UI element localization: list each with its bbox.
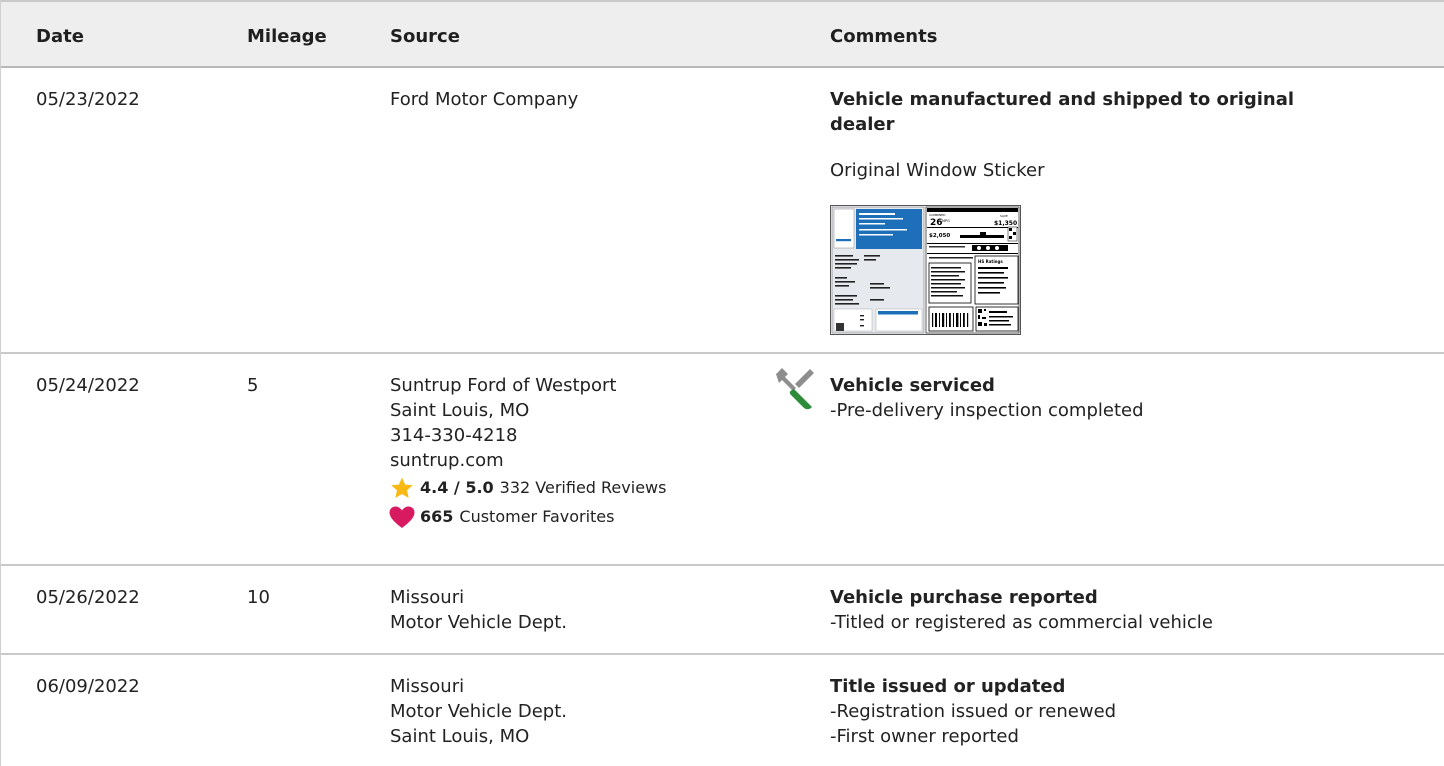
source-location: Saint Louis, MO bbox=[390, 726, 530, 747]
row-mileage: 10 bbox=[247, 587, 270, 608]
source-name: Ford Motor Company bbox=[390, 89, 579, 110]
comment-detail: -Pre-delivery inspection completed bbox=[830, 400, 1144, 421]
favorites-count: 665 bbox=[420, 507, 454, 526]
vehicle-history-table: Date Mileage Source Comments 05/23/2022 … bbox=[0, 0, 1444, 766]
row-date: 05/24/2022 bbox=[36, 375, 140, 396]
favorites-label: Customer Favorites bbox=[459, 507, 615, 526]
row-date: 05/26/2022 bbox=[36, 587, 140, 608]
comment-detail: -Titled or registered as commercial vehi… bbox=[830, 612, 1213, 633]
sticker-mpg: 26 bbox=[930, 218, 943, 228]
header-mileage: Mileage bbox=[247, 26, 327, 47]
row-mileage: 5 bbox=[247, 375, 259, 396]
source-dept: Motor Vehicle Dept. bbox=[390, 612, 567, 633]
row-comments: Title issued or updated -Registration is… bbox=[830, 674, 1116, 749]
reviews-count: 332 Verified Reviews bbox=[499, 478, 667, 497]
comment-detail: -First owner reported bbox=[830, 726, 1019, 747]
row-comments: Vehicle serviced -Pre-delivery inspectio… bbox=[830, 373, 1144, 423]
comment-title: Title issued or updated bbox=[830, 676, 1066, 697]
header-comments: Comments bbox=[830, 26, 938, 47]
comment-title: Vehicle manufactured and shipped to orig… bbox=[830, 89, 1295, 110]
source-dept: Motor Vehicle Dept. bbox=[390, 701, 567, 722]
source-name: Missouri bbox=[390, 676, 465, 697]
sticker-save-amount: $1,350 bbox=[994, 220, 1017, 227]
table-row: 05/24/2022 5 Suntrup Ford of Westport Sa… bbox=[1, 354, 1444, 566]
sticker-mpg-unit: MPG bbox=[942, 219, 950, 223]
customer-favorites[interactable]: 665 Customer Favorites bbox=[389, 502, 666, 531]
heart-icon bbox=[389, 506, 415, 528]
source-name: Missouri bbox=[390, 587, 465, 608]
window-sticker-label: Original Window Sticker bbox=[830, 160, 1045, 181]
row-date: 05/23/2022 bbox=[36, 89, 140, 110]
sticker-ratings-label: HS Ratings bbox=[978, 259, 1003, 264]
star-icon bbox=[391, 477, 413, 498]
table-header: Date Mileage Source Comments bbox=[1, 2, 1444, 68]
table-row: 05/23/2022 Ford Motor Company Vehicle ma… bbox=[1, 68, 1444, 354]
source-website-link[interactable]: suntrup.com bbox=[390, 448, 666, 473]
comment-title: Vehicle serviced bbox=[830, 375, 995, 396]
header-date: Date bbox=[36, 26, 84, 47]
rating-value: 4.4 / 5.0 bbox=[420, 478, 494, 497]
sticker-fuel-cost: $2,050 bbox=[929, 233, 950, 239]
row-date: 06/09/2022 bbox=[36, 676, 140, 697]
comment-detail: -Registration issued or renewed bbox=[830, 701, 1117, 722]
comment-title: Vehicle purchase reported bbox=[830, 587, 1098, 608]
row-source: Missouri Motor Vehicle Dept. bbox=[390, 585, 567, 635]
row-source: Suntrup Ford of Westport Saint Louis, MO… bbox=[389, 373, 666, 531]
row-source: Ford Motor Company bbox=[390, 87, 578, 112]
row-source: Missouri Motor Vehicle Dept. Saint Louis… bbox=[390, 674, 567, 749]
row-comments: Vehicle purchase reported -Titled or reg… bbox=[830, 585, 1213, 635]
source-name: Suntrup Ford of Westport bbox=[390, 375, 617, 396]
window-sticker-thumbnail[interactable]: COMBINED SAVE 26 MPG $1,350 $2,050 HS Ra… bbox=[830, 205, 1021, 335]
svg-text:COMBINED: COMBINED bbox=[929, 213, 946, 217]
table-row: 06/09/2022 Missouri Motor Vehicle Dept. … bbox=[1, 655, 1444, 766]
table-row: 05/26/2022 10 Missouri Motor Vehicle Dep… bbox=[1, 566, 1444, 655]
source-phone: 314-330-4218 bbox=[390, 425, 518, 446]
header-source: Source bbox=[390, 26, 460, 47]
source-location: Saint Louis, MO bbox=[390, 400, 530, 421]
sticker-save-label: SAVE bbox=[1000, 214, 1008, 218]
dealer-rating[interactable]: 4.4 / 5.0 332 Verified Reviews bbox=[390, 473, 666, 502]
comment-title-continued: dealer bbox=[830, 114, 895, 135]
wrench-screwdriver-icon bbox=[775, 368, 814, 410]
row-comments: Vehicle manufactured and shipped to orig… bbox=[830, 87, 1390, 347]
